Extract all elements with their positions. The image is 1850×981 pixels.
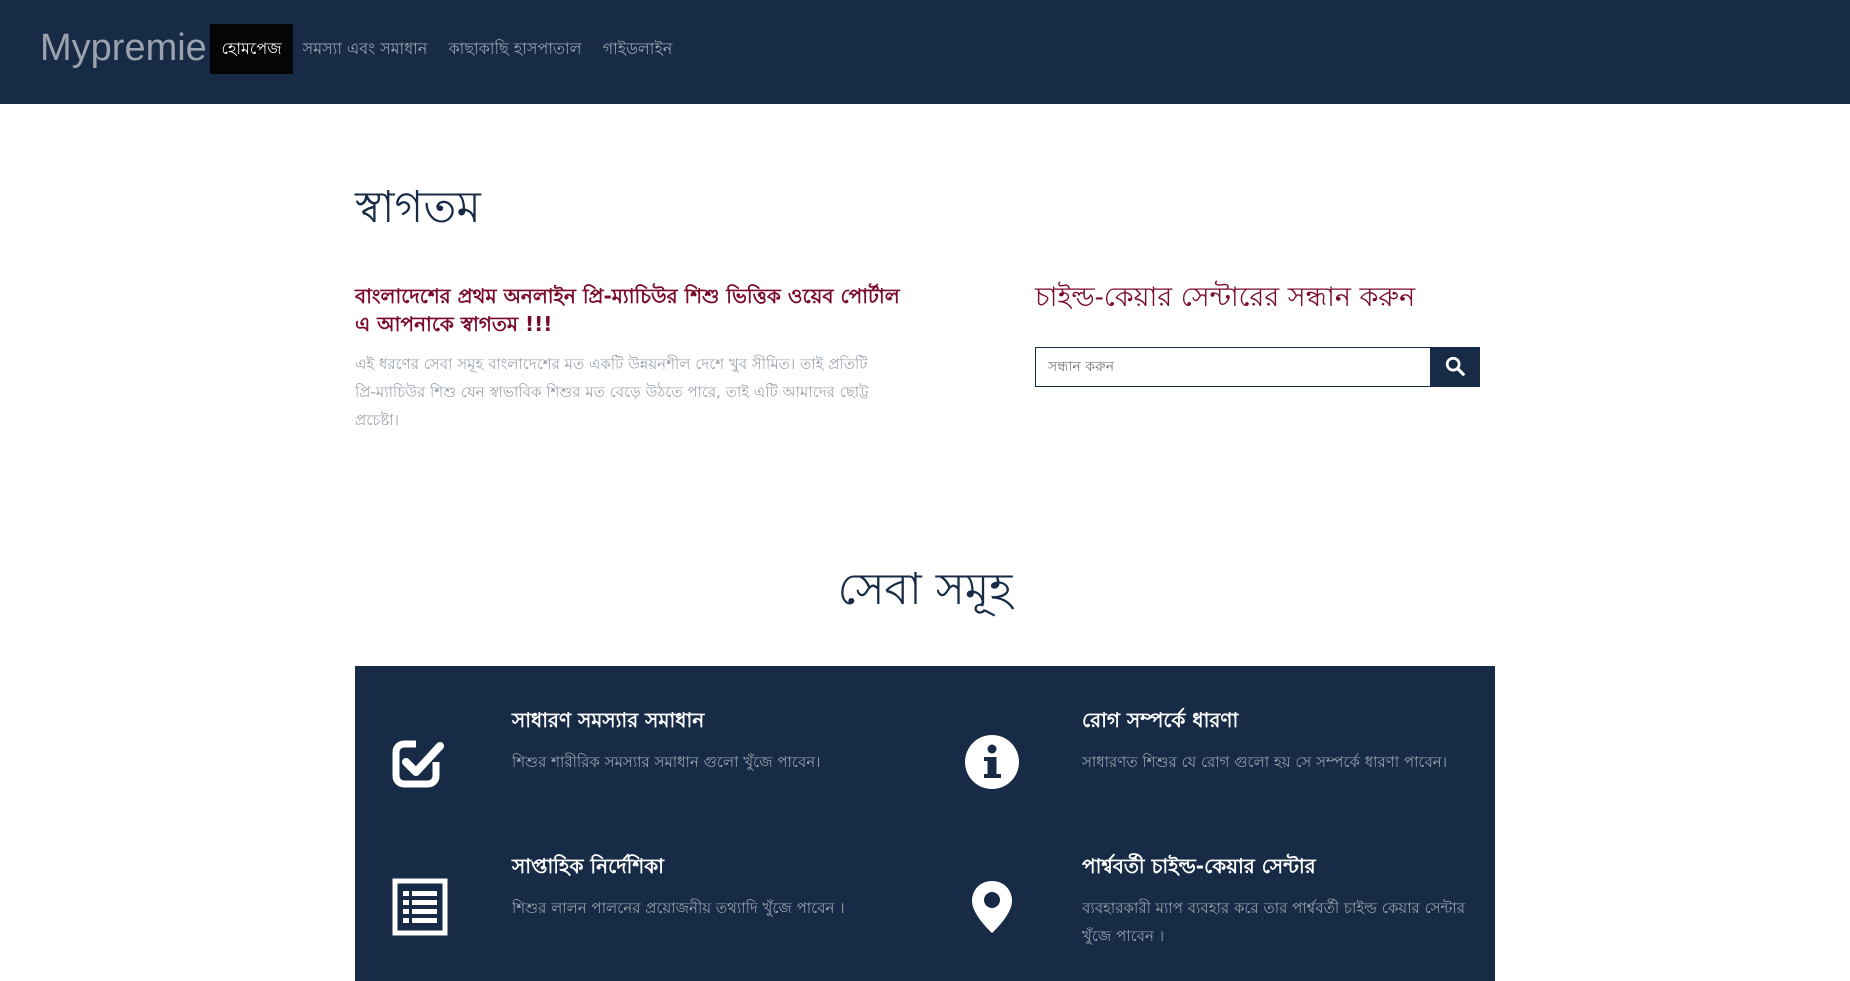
search-icon xyxy=(1444,355,1466,380)
brand-logo[interactable]: Mypremie xyxy=(40,24,207,72)
intro-text: এই ধরণের সেবা সমূহ বাংলাদেশের মত একটি উন… xyxy=(355,355,869,429)
search-button[interactable] xyxy=(1430,347,1480,387)
service-title: পার্শ্ববর্তী চাইল্ড-কেয়ার সেন্টার xyxy=(1082,854,1316,878)
service-description: সাধারণত শিশুর যে রোগ গুলো হয় সে সম্পর্ক… xyxy=(1082,753,1448,771)
services-title: সেবা সমূহ xyxy=(837,564,1013,615)
top-navbar: Mypremie হোমপেজ সমস্যা এবং সমাধান কাছাকা… xyxy=(0,0,1850,104)
info-circle-icon xyxy=(962,732,1022,792)
service-description: ব্যবহারকারী ম্যাপ ব্যবহার করে তার পার্শ্… xyxy=(1082,899,1465,945)
list-alt-icon xyxy=(390,876,450,938)
services-panel: সাধারণ সমস্যার সমাধান শিশুর শারীরিক সমস্… xyxy=(355,666,1495,981)
service-description: শিশুর শারীরিক সমস্যার সমাধান গুলো খুঁজে … xyxy=(512,753,821,771)
service-title: রোগ সম্পর্কে ধারণা xyxy=(1082,708,1239,732)
intro-heading: বাংলাদেশের প্রথম অনলাইন প্রি-ম্যাচিউর শি… xyxy=(355,284,900,336)
search-heading: চাইল্ড-কেয়ার সেন্টারের সন্ধান করুন xyxy=(1035,282,1416,313)
check-square-icon xyxy=(390,732,450,792)
service-description: শিশুর লালন পালনের প্রয়োজনীয় তথ্যাদি খু… xyxy=(512,899,845,917)
nav-item-home[interactable]: হোমপেজ xyxy=(210,24,293,74)
search-form xyxy=(1035,347,1480,387)
map-marker-icon xyxy=(962,876,1022,938)
service-title: সাধারণ সমস্যার সমাধান xyxy=(512,708,705,732)
welcome-title: স্বাগতম xyxy=(355,182,481,233)
nav-item-problems-solutions[interactable]: সমস্যা এবং সমাধান xyxy=(303,24,428,74)
nav-item-nearby-hospitals[interactable]: কাছাকাছি হাসপাতাল xyxy=(448,24,581,74)
service-title: সাপ্তাহিক নির্দেশিকা xyxy=(512,854,664,878)
nav-item-guideline[interactable]: গাইডলাইন xyxy=(600,24,675,74)
search-input[interactable] xyxy=(1035,347,1430,387)
